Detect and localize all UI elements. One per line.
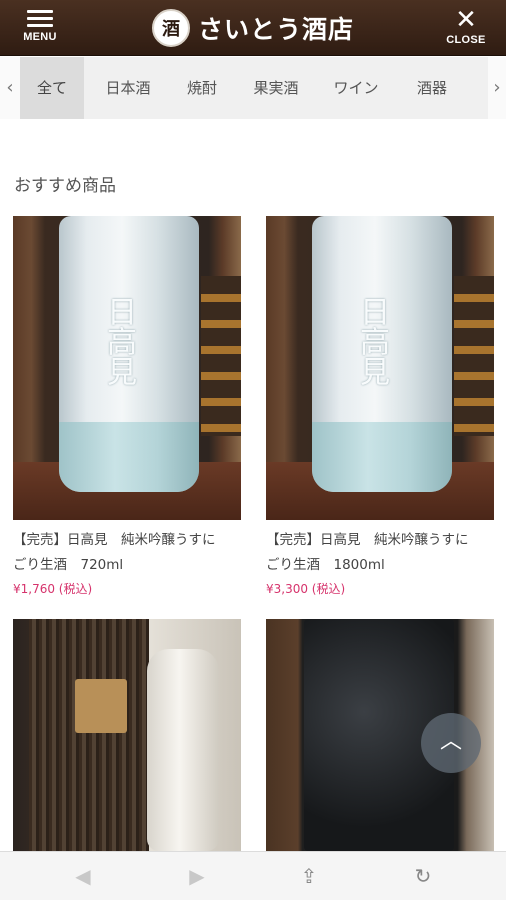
chevron-up-icon: ︿ xyxy=(439,729,462,754)
bottle-liquid xyxy=(312,422,452,492)
reload-icon[interactable]: ↻ xyxy=(398,852,448,901)
section-title: おすすめ商品 xyxy=(14,176,116,196)
product-card[interactable]: 日高見 【完売】日高見 純米吟醸うすに ごり生酒 720ml ¥1,760 (税… xyxy=(13,216,241,597)
tab-sake[interactable]: 日本酒 xyxy=(92,57,164,119)
product-photo[interactable]: 日高見 xyxy=(13,216,241,520)
menu-label: MENU xyxy=(23,31,57,43)
product-card[interactable] xyxy=(13,619,241,851)
product-name-line2: ごり生酒 720ml xyxy=(13,557,124,573)
shop-name: さいとう酒店 xyxy=(198,15,355,44)
product-price: ¥1,760 (税込) xyxy=(13,582,93,596)
shop-logo[interactable]: 酒 さいとう酒店 xyxy=(152,8,354,48)
product-name-line1: 【完売】日高見 純米吟醸うすに xyxy=(266,532,469,548)
bottle-label-text: 日高見 xyxy=(101,296,136,386)
product-name-line1: 【完売】日高見 純米吟醸うすに xyxy=(13,532,216,548)
forward-icon[interactable]: ▶ xyxy=(172,852,222,901)
tab-wine[interactable]: ワイン xyxy=(320,57,392,119)
logo-glyph: 酒 xyxy=(162,19,180,40)
product-price: ¥3,300 (税込) xyxy=(266,582,346,596)
menu-button[interactable]: MENU xyxy=(10,8,70,50)
product-photo[interactable]: 日高見 xyxy=(266,216,494,520)
tab-fruit-wine[interactable]: 果実酒 xyxy=(240,57,312,119)
tab-sake-ware[interactable]: 酒器 xyxy=(400,57,464,119)
product-name[interactable]: 【完売】日高見 純米吟醸うすに ごり生酒 720ml xyxy=(13,528,241,578)
sake-bottle-image: 日高見 xyxy=(312,216,452,492)
label-tag-image xyxy=(75,679,127,733)
close-label: CLOSE xyxy=(446,34,486,46)
sake-bottle-image: 日高見 xyxy=(59,216,199,492)
scroll-to-top-button[interactable]: ︿ xyxy=(421,713,481,773)
wooden-box-image xyxy=(29,619,149,851)
back-icon[interactable]: ◀ xyxy=(58,852,108,901)
category-tabs: ‹ 全て 日本酒 焼酎 果実酒 ワイン 酒器 › xyxy=(0,57,506,119)
tabs-scroll-right-icon[interactable]: › xyxy=(488,57,506,119)
shelf-image xyxy=(454,276,494,436)
app-header: MENU 酒 さいとう酒店 ✕ CLOSE xyxy=(0,0,506,56)
hamburger-icon xyxy=(27,10,53,27)
white-bottle-image xyxy=(147,649,219,851)
product-card[interactable]: 日高見 【完売】日高見 純米吟醸うすに ごり生酒 1800ml ¥3,300 (… xyxy=(266,216,494,597)
product-name-line2: ごり生酒 1800ml xyxy=(266,557,385,573)
bottle-label-text: 日高見 xyxy=(354,296,389,386)
browser-toolbar: ◀ ▶ ⇪ ↻ xyxy=(0,851,506,900)
tab-all[interactable]: 全て xyxy=(20,57,84,119)
close-button[interactable]: ✕ CLOSE xyxy=(436,5,496,50)
close-icon: ✕ xyxy=(455,5,477,35)
product-photo[interactable] xyxy=(13,619,241,851)
logo-emblem-icon: 酒 xyxy=(152,9,190,47)
tab-shochu[interactable]: 焼酎 xyxy=(170,57,234,119)
product-name[interactable]: 【完売】日高見 純米吟醸うすに ごり生酒 1800ml xyxy=(266,528,494,578)
tabs-scroll-left-icon[interactable]: ‹ xyxy=(0,57,20,119)
shelf-image xyxy=(201,276,241,436)
share-icon[interactable]: ⇪ xyxy=(284,852,334,901)
bottle-liquid xyxy=(59,422,199,492)
